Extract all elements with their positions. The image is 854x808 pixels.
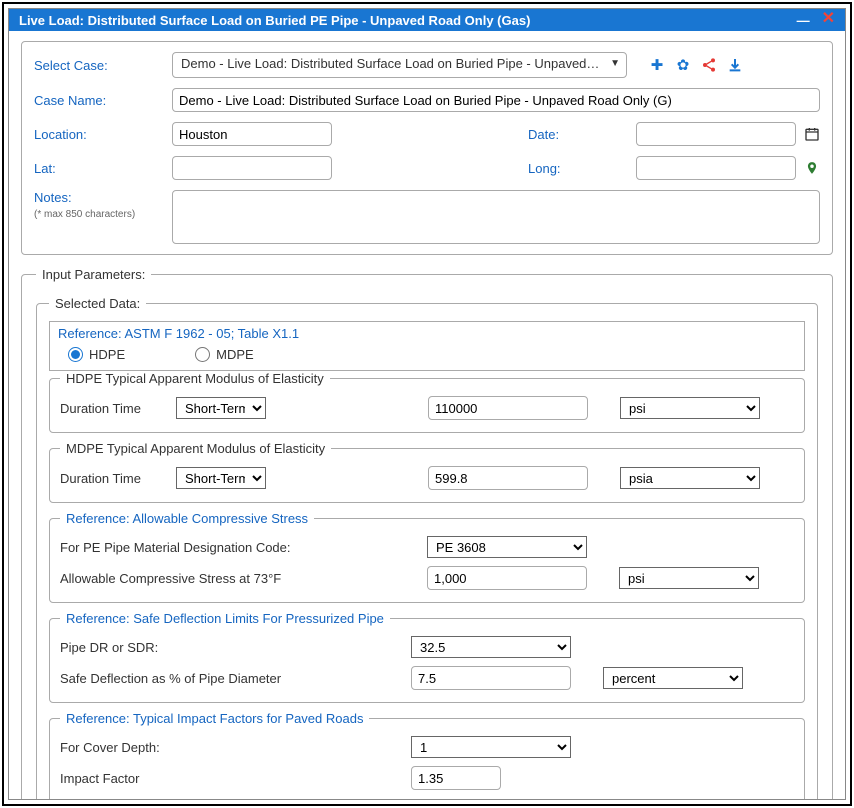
mdpe-duration-select[interactable]: Short-Term <box>176 467 266 489</box>
compressive-stress-label: Allowable Compressive Stress at 73°F <box>60 571 405 586</box>
impact-legend: Reference: Typical Impact Factors for Pa… <box>60 711 369 726</box>
minimize-button[interactable]: — <box>797 13 810 28</box>
download-icon[interactable] <box>727 57 743 73</box>
compressive-unit-select[interactable]: psi <box>619 567 759 589</box>
cover-depth-label: For Cover Depth: <box>60 740 405 755</box>
hdpe-modulus-value[interactable] <box>428 396 588 420</box>
select-case-dropdown[interactable]: Demo - Live Load: Distributed Surface Lo… <box>172 52 627 78</box>
compressive-legend: Reference: Allowable Compressive Stress <box>60 511 314 526</box>
impact-factor-value[interactable] <box>411 766 501 790</box>
long-label: Long: <box>528 161 628 176</box>
add-icon[interactable]: ✚ <box>649 57 665 73</box>
selected-data-legend: Selected Data: <box>49 296 146 311</box>
notes-textarea[interactable] <box>172 190 820 244</box>
deflection-pct-label: Safe Deflection as % of Pipe Diameter <box>60 671 405 686</box>
deflection-pct-value[interactable] <box>411 666 571 690</box>
mdpe-unit-select[interactable]: psia <box>620 467 760 489</box>
impact-factor-label: Impact Factor <box>60 771 405 786</box>
cover-depth-select[interactable]: 1 <box>411 736 571 758</box>
deflection-group: Reference: Safe Deflection Limits For Pr… <box>49 611 805 703</box>
main-scroll-area[interactable]: Select Case: Demo - Live Load: Distribut… <box>9 31 845 799</box>
mdpe-modulus-value[interactable] <box>428 466 588 490</box>
date-input[interactable] <box>636 122 796 146</box>
deflection-legend: Reference: Safe Deflection Limits For Pr… <box>60 611 390 626</box>
hdpe-unit-select[interactable]: psi <box>620 397 760 419</box>
compressive-group: Reference: Allowable Compressive Stress … <box>49 511 805 603</box>
pe-material-select[interactable]: PE 3608 <box>427 536 587 558</box>
pe-material-label: For PE Pipe Material Designation Code: <box>60 540 405 555</box>
impact-group: Reference: Typical Impact Factors for Pa… <box>49 711 805 799</box>
location-input[interactable] <box>172 122 332 146</box>
selected-data-group: Selected Data: Reference: ASTM F 1962 - … <box>36 296 818 799</box>
date-label: Date: <box>528 127 628 142</box>
reference-astm-box: Reference: ASTM F 1962 - 05; Table X1.1 … <box>49 321 805 371</box>
mdpe-radio[interactable]: MDPE <box>195 347 254 362</box>
location-label: Location: <box>34 127 164 142</box>
case-header-group: Select Case: Demo - Live Load: Distribut… <box>21 41 833 255</box>
compressive-stress-value[interactable] <box>427 566 587 590</box>
hdpe-duration-label: Duration Time <box>60 401 170 416</box>
case-name-input[interactable] <box>172 88 820 112</box>
share-icon[interactable] <box>701 57 717 73</box>
window-title: Live Load: Distributed Surface Load on B… <box>19 13 530 28</box>
mdpe-modulus-legend: MDPE Typical Apparent Modulus of Elastic… <box>60 441 331 456</box>
gear-icon[interactable]: ✿ <box>675 57 691 73</box>
input-parameters-group: Input Parameters: Selected Data: Referen… <box>21 267 833 799</box>
impact-note: For unpaved roads, impact factor of 2.0 … <box>60 794 794 799</box>
lat-input[interactable] <box>172 156 332 180</box>
lat-label: Lat: <box>34 161 164 176</box>
notes-label: Notes: (* max 850 characters) <box>34 190 164 220</box>
input-parameters-legend: Input Parameters: <box>36 267 151 282</box>
map-pin-icon[interactable] <box>804 160 820 176</box>
close-button[interactable]: ✕ <box>822 13 835 28</box>
window-titlebar: Live Load: Distributed Surface Load on B… <box>9 9 845 31</box>
hdpe-radio[interactable]: HDPE <box>68 347 125 362</box>
hdpe-modulus-group: HDPE Typical Apparent Modulus of Elastic… <box>49 371 805 433</box>
case-name-label: Case Name: <box>34 93 164 108</box>
long-input[interactable] <box>636 156 796 180</box>
mdpe-modulus-group: MDPE Typical Apparent Modulus of Elastic… <box>49 441 805 503</box>
dr-sdr-select[interactable]: 32.5 <box>411 636 571 658</box>
hdpe-modulus-legend: HDPE Typical Apparent Modulus of Elastic… <box>60 371 330 386</box>
mdpe-duration-label: Duration Time <box>60 471 170 486</box>
calendar-icon[interactable] <box>804 126 820 142</box>
hdpe-duration-select[interactable]: Short-Term <box>176 397 266 419</box>
reference-astm-label: Reference: ASTM F 1962 - 05; Table X1.1 <box>58 326 796 341</box>
dr-sdr-label: Pipe DR or SDR: <box>60 640 405 655</box>
deflection-unit-select[interactable]: percent <box>603 667 743 689</box>
select-case-label: Select Case: <box>34 58 164 73</box>
